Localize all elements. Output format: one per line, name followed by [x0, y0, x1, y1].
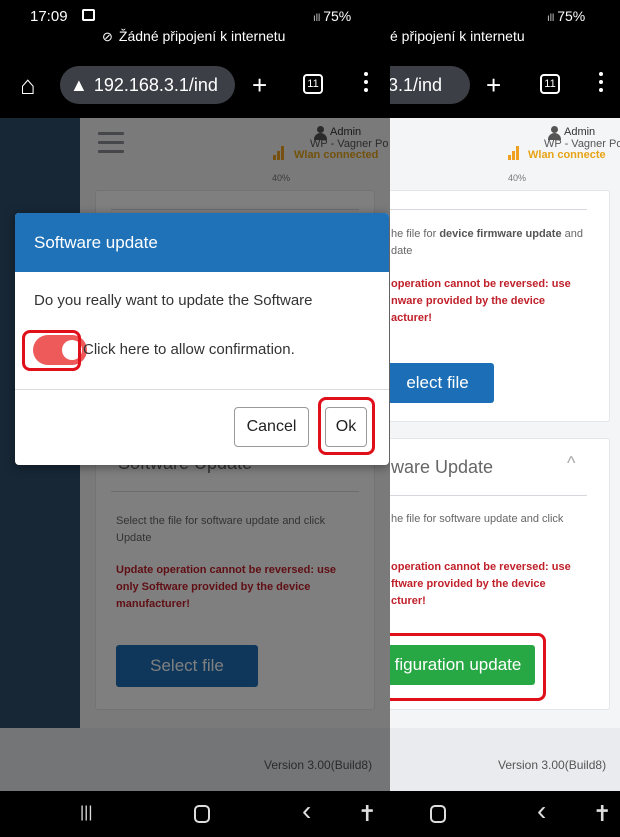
menu-icon[interactable]: [364, 72, 368, 96]
firmware-update-card: he file for device firmware update and d…: [390, 190, 610, 422]
highlight-configuration-button: [390, 633, 546, 701]
accessibility-icon[interactable]: ✝: [358, 801, 376, 827]
recents-icon[interactable]: |||: [80, 804, 92, 822]
status-bar: ıll 75% é připojení k internetu: [390, 0, 620, 46]
software-warning-2: ftware provided by the device: [391, 578, 546, 590]
gallery-notification-icon: [82, 9, 95, 21]
confirmation-toggle-label[interactable]: Click here to allow confirmation.: [83, 341, 295, 358]
firmware-warning-2: nware provided by the device: [391, 295, 546, 307]
version-label: Version 3.00(Build8): [498, 758, 607, 772]
browser-toolbar: 3.1/ind + 11: [390, 46, 620, 118]
software-warning-1: operation cannot be reversed: use: [391, 561, 571, 573]
software-update-title: ware Update: [391, 457, 494, 477]
new-tab-icon[interactable]: +: [486, 66, 501, 104]
modal-divider: [15, 389, 389, 390]
new-tab-icon[interactable]: +: [252, 66, 267, 104]
collapse-chevron-icon[interactable]: ^: [567, 453, 575, 474]
firmware-warning-1: operation cannot be reversed: use: [391, 278, 571, 290]
no-wifi-icon: ⊘: [102, 29, 113, 44]
accessibility-icon[interactable]: ✝: [593, 801, 611, 827]
home-icon[interactable]: ⌂: [20, 66, 36, 104]
highlight-ok: [318, 397, 375, 455]
battery-status: ıll 75%: [547, 8, 586, 24]
software-warning-3: cturer!: [391, 595, 426, 607]
firmware-select-file-button[interactable]: elect file: [390, 363, 494, 403]
user-menu[interactable]: Admin: [564, 126, 595, 138]
modal-question: Do you really want to update the Softwar…: [34, 292, 313, 309]
highlight-toggle: [22, 330, 81, 371]
address-bar[interactable]: ▲ 192.168.3.1/ind: [60, 66, 235, 104]
back-icon[interactable]: ‹: [302, 795, 311, 827]
software-update-modal: Software update Do you really want to up…: [15, 213, 389, 465]
menu-icon[interactable]: [599, 72, 603, 96]
signal-icon: ıll: [313, 13, 321, 24]
browser-toolbar: ⌂ ▲ 192.168.3.1/ind + 11: [0, 46, 390, 118]
divider: [390, 495, 587, 496]
modal-title: Software update: [15, 213, 389, 272]
software-update-instructions: he file for software update and click: [391, 513, 564, 525]
no-internet-text: ⊘ Žádné připojení k internetu: [102, 28, 286, 44]
tab-switcher-button[interactable]: 11: [303, 74, 323, 94]
divider: [390, 209, 587, 210]
home-nav-icon[interactable]: [430, 805, 446, 823]
signal-percent: 40%: [508, 173, 527, 183]
tab-switcher-button[interactable]: 11: [540, 74, 560, 94]
back-icon[interactable]: ‹: [537, 795, 546, 827]
android-nav-bar: ||| ‹ ✝: [0, 791, 390, 837]
firmware-instructions-2: date: [391, 245, 413, 257]
firmware-instructions: he file for device firmware update and: [391, 228, 584, 240]
cancel-button[interactable]: Cancel: [234, 407, 309, 447]
signal-icon: ıll: [547, 13, 555, 24]
clock: 17:09: [30, 8, 68, 25]
firmware-warning-3: acturer!: [391, 312, 432, 324]
wlan-status: Wlan connecte: [528, 149, 606, 161]
address-bar[interactable]: 3.1/ind: [390, 66, 470, 104]
right-screenshot: ıll 75% é připojení k internetu 3.1/ind +…: [390, 0, 620, 837]
android-nav-bar: ‹ ✝: [390, 791, 620, 837]
warning-icon: ▲: [70, 75, 88, 95]
left-screenshot: 17:09 ıll 75% ⊘ Žádné připojení k internet…: [0, 0, 390, 837]
battery-status: ıll 75%: [313, 8, 352, 24]
no-internet-text: é připojení k internetu: [390, 28, 525, 44]
wifi-signal-icon: [508, 146, 522, 160]
status-bar: 17:09 ıll 75% ⊘ Žádné připojení k internet…: [0, 0, 390, 46]
home-nav-icon[interactable]: [194, 805, 210, 823]
